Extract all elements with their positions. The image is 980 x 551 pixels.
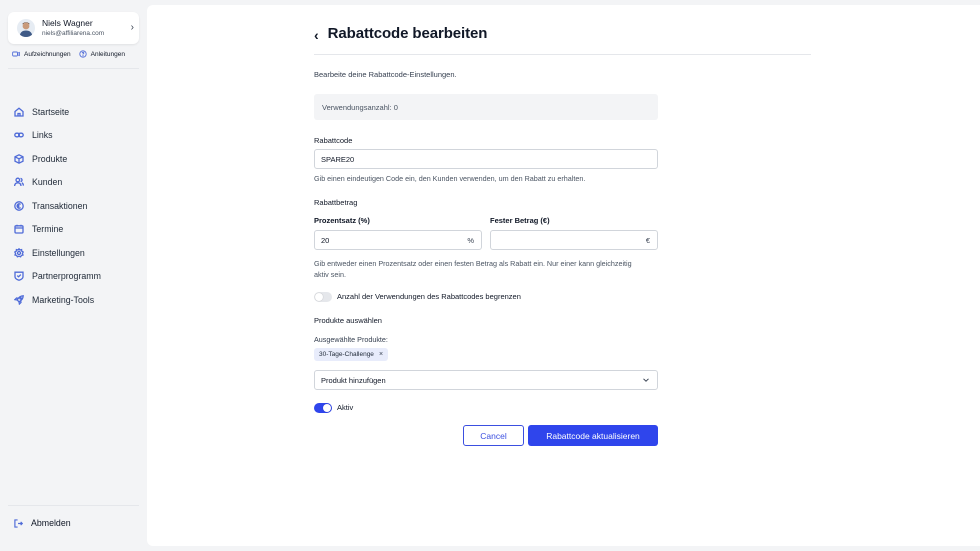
percent-input[interactable]: 20 % <box>314 230 482 250</box>
badge-icon <box>14 271 24 282</box>
code-input[interactable]: SPARE20 <box>314 149 658 169</box>
user-email: niels@affiliarena.com <box>42 29 105 37</box>
users-icon <box>14 177 24 187</box>
discount-label: Rabattbetrag <box>314 198 358 207</box>
sidebar-item-termine[interactable]: Termine <box>14 218 101 242</box>
product-tag: 30-Tage-Challenge × <box>314 348 389 361</box>
video-icon <box>12 51 20 57</box>
sidebar-item-links[interactable]: Links <box>14 124 101 148</box>
euro-suffix: € <box>645 235 650 245</box>
discount-help-line-2: aktiv sein. <box>314 270 346 279</box>
sidebar-item-label: Transaktionen <box>32 200 88 211</box>
logout-label: Abmelden <box>31 518 71 528</box>
page-subtitle: Bearbeite deine Rabattcode-Einstellungen… <box>314 70 457 79</box>
gear-icon <box>14 247 24 258</box>
calendar-icon <box>14 225 24 234</box>
fixed-amount-input[interactable]: € <box>490 230 658 250</box>
percent-suffix: % <box>467 235 474 245</box>
code-value: SPARE20 <box>321 154 355 164</box>
sidebar-item-startseite[interactable]: Startseite <box>14 100 101 124</box>
limit-usage-label: Anzahl der Verwendungen des Rabattcodes … <box>337 292 521 301</box>
euro-icon <box>14 200 24 211</box>
box-icon <box>14 153 24 164</box>
active-label: Aktiv <box>337 403 354 412</box>
products-label: Produkte auswählen <box>314 316 382 325</box>
fixed-amount-label: Fester Betrag (€) <box>490 216 550 225</box>
sidebar-item-label: Partnerprogramm <box>32 271 101 282</box>
sidebar-item-label: Termine <box>32 224 64 235</box>
usage-count: Verwendungsanzahl: 0 <box>322 102 398 112</box>
guides-label: Anleitungen <box>90 50 125 58</box>
selected-products-label: Ausgewählte Produkte: <box>314 335 388 344</box>
link-icon <box>14 132 24 138</box>
sidebar-item-label: Einstellungen <box>32 247 85 258</box>
limit-usage-toggle[interactable] <box>314 292 332 302</box>
percent-label: Prozentsatz (%) <box>314 216 370 225</box>
code-label: Rabattcode <box>314 136 353 145</box>
recordings-link[interactable]: Aufzeichnungen <box>12 50 71 58</box>
add-product-placeholder: Produkt hinzufügen <box>321 375 386 385</box>
discount-help: Gib entweder einen Prozentsatz oder eine… <box>314 258 632 280</box>
update-discount-button[interactable]: Rabattcode aktualisieren <box>528 425 658 446</box>
sidebar-item-produkte[interactable]: Produkte <box>14 147 101 171</box>
percent-value: 20 <box>321 235 330 245</box>
guides-link[interactable]: Anleitungen <box>78 50 125 58</box>
avatar <box>17 19 35 37</box>
sidebar-divider <box>8 68 139 69</box>
chevron-right-icon[interactable]: › <box>131 22 134 33</box>
remove-icon[interactable]: × <box>379 351 383 358</box>
chevron-down-icon <box>643 378 649 382</box>
logout-icon <box>14 518 23 528</box>
sidebar-item-label: Kunden <box>32 177 63 188</box>
help-circle-icon <box>78 50 87 58</box>
sidebar-item-einstellungen[interactable]: Einstellungen <box>14 241 101 265</box>
sidebar-item-kunden[interactable]: Kunden <box>14 171 101 195</box>
sidebar-divider <box>8 505 139 506</box>
sidebar-item-label: Startseite <box>32 106 70 117</box>
recordings-label: Aufzeichnungen <box>24 50 71 58</box>
user-card[interactable]: Niels Wagner niels@affiliarena.com › <box>8 12 139 44</box>
add-product-select[interactable]: Produkt hinzufügen <box>314 370 658 390</box>
cancel-button[interactable]: Cancel <box>463 425 524 446</box>
sidebar-item-partnerprogramm[interactable]: Partnerprogramm <box>14 265 101 289</box>
sidebar-item-label: Produkte <box>32 153 68 164</box>
home-icon <box>14 107 24 117</box>
rocket-icon <box>14 294 24 305</box>
logout-button[interactable]: Abmelden <box>14 518 71 528</box>
sidebar-item-transaktionen[interactable]: Transaktionen <box>14 194 101 218</box>
toggle-knob <box>315 293 323 301</box>
page-header: ‹ Rabattcode bearbeiten <box>314 25 811 55</box>
toggle-knob <box>323 404 331 412</box>
usage-count-box: Verwendungsanzahl: 0 <box>314 94 658 120</box>
user-name: Niels Wagner <box>42 18 93 28</box>
main-nav: Startseite Links Produkte Kunden Transak… <box>14 100 101 312</box>
main-panel: ‹ Rabattcode bearbeiten Bearbeite deine … <box>147 5 980 546</box>
back-button[interactable]: ‹ <box>314 27 319 43</box>
active-toggle[interactable] <box>314 403 332 413</box>
page-title: Rabattcode bearbeiten <box>327 25 488 42</box>
code-help: Gib einen eindeutigen Code ein, den Kund… <box>314 174 586 183</box>
sidebar-item-marketing-tools[interactable]: Marketing-Tools <box>14 288 101 312</box>
sidebar-item-label: Marketing-Tools <box>32 294 95 305</box>
sidebar: Niels Wagner niels@affiliarena.com › Auf… <box>0 0 146 551</box>
product-tag-label: 30-Tage-Challenge <box>319 351 374 358</box>
discount-help-line-1: Gib entweder einen Prozentsatz oder eine… <box>314 259 632 268</box>
sidebar-item-label: Links <box>32 130 53 141</box>
